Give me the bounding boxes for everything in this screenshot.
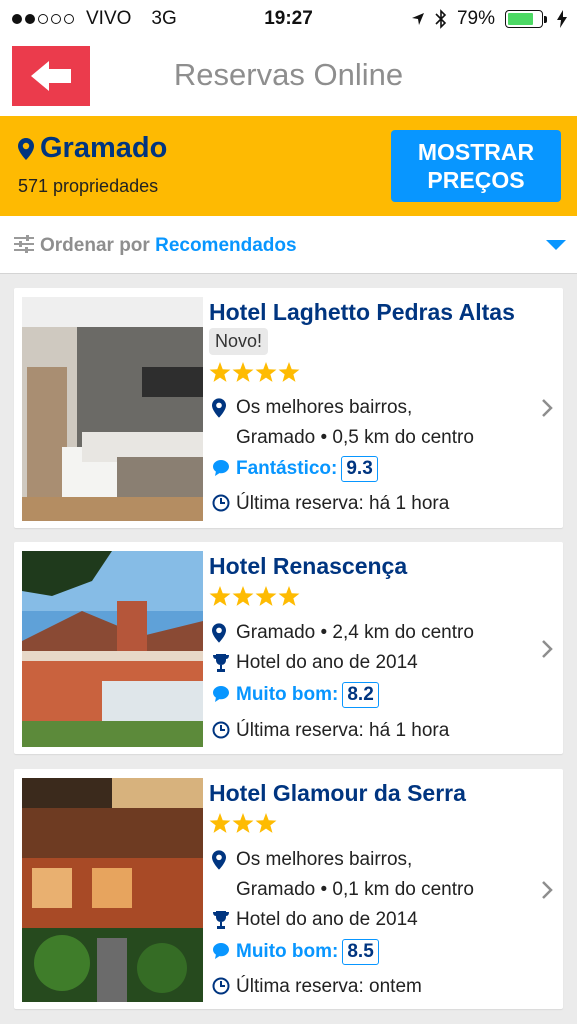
star-icon (255, 362, 277, 382)
destination-name: Gramado (40, 132, 168, 164)
trophy-icon (213, 911, 229, 929)
score-label: Fantástico: (236, 458, 338, 479)
charging-bolt-icon (557, 10, 567, 28)
star-icon (232, 813, 254, 833)
chevron-right-icon (542, 881, 553, 899)
star-rating (209, 362, 300, 382)
review-score-badge: 8.2 (342, 682, 379, 708)
star-icon (209, 362, 231, 382)
hotel-name[interactable]: Hotel Laghetto Pedras Altas (209, 299, 515, 326)
sort-value: Recomendados (155, 235, 297, 256)
location-pin-icon (18, 137, 34, 160)
battery-percent: 79% (456, 8, 495, 29)
clock-time: 19:27 (264, 8, 313, 29)
clock-icon (212, 494, 230, 512)
trophy-icon (213, 654, 229, 672)
star-icon (278, 586, 300, 606)
location-pin-icon (212, 623, 226, 643)
hotel-name[interactable]: Hotel Renascença (209, 553, 407, 580)
speech-bubble-icon (213, 686, 229, 702)
sort-label: Ordenar por (40, 235, 150, 256)
review-score-badge: 9.3 (341, 456, 378, 482)
hotel-card[interactable]: Hotel Renascença Gramado • 2,4 km do cen… (14, 542, 563, 754)
score-label: Muito bom: (236, 941, 339, 962)
new-badge: Novo! (209, 328, 269, 355)
destination-header: Gramado 571 propriedades MOSTRAR PREÇOS (0, 116, 577, 216)
last-booking: Última reserva: há 1 hora (236, 720, 450, 741)
chevron-right-icon (542, 399, 553, 417)
location-arrow-icon (411, 13, 424, 25)
score-label: Muito bom: (236, 684, 339, 705)
hotel-card[interactable]: Hotel Glamour da Serra Os melhores bairr… (14, 769, 563, 1009)
star-icon (255, 813, 277, 833)
hotel-location-line1: Os melhores bairros, (236, 849, 413, 870)
location-pin-icon (212, 850, 226, 870)
hotel-award: Hotel do ano de 2014 (236, 909, 418, 930)
star-icon (278, 362, 300, 382)
nav-bar: Reservas Online (0, 38, 577, 116)
show-prices-line2: PREÇOS (427, 167, 525, 193)
sort-sliders-icon (14, 235, 34, 253)
last-booking: Última reserva: ontem (236, 976, 422, 997)
property-count: 571 propriedades (18, 176, 159, 196)
caret-down-icon (546, 240, 566, 250)
star-rating (209, 813, 277, 833)
clock-icon (212, 977, 230, 995)
speech-bubble-icon (213, 943, 229, 959)
hotel-photo (22, 297, 203, 521)
hotel-location-line1: Os melhores bairros, (236, 397, 413, 418)
hotel-photo (22, 778, 203, 1002)
destination-title[interactable]: Gramado (18, 132, 167, 165)
sort-dropdown[interactable]: Ordenar por Recomendados (0, 216, 577, 274)
hotel-card[interactable]: Hotel Laghetto Pedras Altas Novo! Os mel… (14, 288, 563, 528)
star-icon (209, 586, 231, 606)
hotel-location-line2: Gramado • 0,1 km do centro (236, 879, 474, 900)
last-booking: Última reserva: há 1 hora (236, 493, 450, 514)
show-prices-button[interactable]: MOSTRAR PREÇOS (391, 130, 561, 202)
hotel-location-line2: Gramado • 0,5 km do centro (236, 427, 474, 448)
bluetooth-icon (435, 9, 447, 29)
star-icon (232, 586, 254, 606)
review-score-badge: 8.5 (342, 939, 379, 965)
clock-icon (212, 721, 230, 739)
star-icon (209, 813, 231, 833)
star-icon (232, 362, 254, 382)
page-title: Reservas Online (173, 57, 404, 92)
status-bar: VIVO 3G 19:27 79% (0, 0, 577, 38)
speech-bubble-icon (213, 460, 229, 476)
star-rating (209, 586, 300, 606)
hotel-award: Hotel do ano de 2014 (236, 652, 418, 673)
chevron-right-icon (542, 640, 553, 658)
battery-icon (505, 10, 547, 28)
hotel-photo (22, 551, 203, 747)
location-pin-icon (212, 398, 226, 418)
star-icon (255, 586, 277, 606)
show-prices-line1: MOSTRAR (417, 139, 535, 165)
hotel-name[interactable]: Hotel Glamour da Serra (209, 780, 466, 807)
hotel-location-line1: Gramado • 2,4 km do centro (236, 622, 474, 643)
